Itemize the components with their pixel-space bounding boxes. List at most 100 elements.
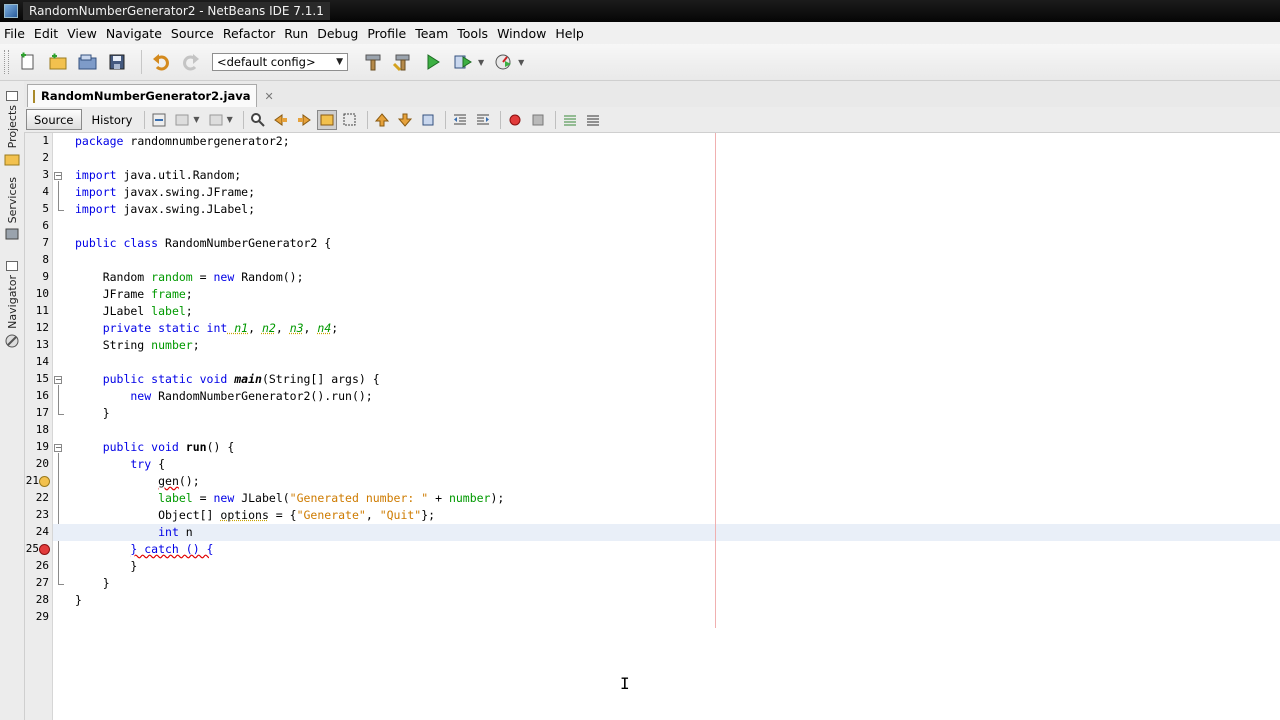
config-select[interactable]: <default config> ▼ [212,53,348,71]
line-number: 22 [35,491,49,504]
code-text: String [75,338,152,352]
current-line-highlight [53,524,1280,541]
menu-tools[interactable]: Tools [453,26,492,41]
code-field: random [151,270,193,284]
menu-profile[interactable]: Profile [363,26,410,41]
code-text: , [303,321,318,335]
run-button[interactable] [420,49,446,75]
menu-view[interactable]: View [63,26,101,41]
profile-dropdown-icon[interactable]: ▼ [518,58,524,67]
open-project-button[interactable] [75,49,101,75]
line-number: 16 [35,389,49,402]
stop-macro-button[interactable] [528,110,548,130]
source-view-button[interactable]: Source [26,109,82,130]
code-line: JLabel label; [75,303,193,320]
side-tab-projects[interactable]: Projects [0,87,24,166]
code-method: main [227,372,262,386]
redo-button[interactable] [178,49,204,75]
new-project-button[interactable] [45,49,71,75]
line-number: 5 [42,202,49,215]
shift-left-icon [453,114,466,124]
code-text: ; [331,321,339,335]
file-tab[interactable]: RandomNumberGenerator2.java ✕ [27,84,274,107]
start-macro-button[interactable] [505,110,525,130]
rect-selection-icon [343,113,356,125]
last-edit-button[interactable] [149,110,169,130]
back-dropdown-icon[interactable]: ▼ [193,115,199,124]
editor-tab-strip: RandomNumberGenerator2.java ✕ [24,81,1280,108]
menu-refactor[interactable]: Refactor [219,26,279,41]
toggle-highlight-button[interactable] [316,109,337,130]
find-previous-button[interactable] [271,110,291,130]
menu-source[interactable]: Source [167,26,218,41]
debug-dropdown-icon[interactable]: ▼ [478,58,484,67]
code-field: number [448,491,491,505]
side-tab-navigator[interactable]: Navigator [0,257,24,349]
code-line: try { [75,456,165,473]
previous-bookmark-button[interactable] [372,110,392,130]
play-icon [427,54,440,70]
code-keyword: import [75,202,117,216]
build-button[interactable] [360,49,386,75]
forward-button[interactable] [206,110,226,130]
menu-team[interactable]: Team [411,26,452,41]
find-next-icon [297,113,311,126]
next-bookmark-button[interactable] [395,110,415,130]
code-text: () { [206,440,235,454]
line-number: 23 [35,508,49,521]
line-number-gutter[interactable]: 1 2 3 4 5 6 7 8 9 10 11 12 13 14 15 16 1… [25,133,64,720]
side-tab-navigator-label: Navigator [5,275,19,329]
code-text: n [178,525,193,539]
toolbar-separator [242,110,244,129]
code-field: n2 [261,321,276,335]
menu-run[interactable]: Run [280,26,312,41]
menu-debug[interactable]: Debug [313,26,362,41]
code-line: JFrame frame; [75,286,193,303]
code-keyword: new [75,389,152,403]
toggle-rect-selection-button[interactable] [340,110,360,130]
code-line: private static int n1, n2, n3, n4; [75,320,339,337]
line-number: 21 [25,474,39,487]
code-field: n1 [227,321,249,335]
back-button[interactable] [172,110,192,130]
menu-navigate[interactable]: Navigate [102,26,166,41]
code-text: (); [178,474,200,488]
comment-icon [563,115,576,125]
find-next-button[interactable] [294,110,314,130]
shift-right-button[interactable] [473,110,493,130]
undo-button[interactable] [148,49,174,75]
debug-button[interactable] [450,49,476,75]
warning-hint-icon[interactable] [39,476,50,487]
error-icon[interactable] [39,544,50,555]
code-text: = { [268,508,297,522]
toolbar-grip[interactable] [4,50,9,74]
menu-file[interactable]: File [0,26,29,41]
menu-window[interactable]: Window [493,26,550,41]
close-icon[interactable]: ✕ [264,90,273,103]
uncomment-button[interactable] [583,110,603,130]
new-file-button[interactable] [15,49,41,75]
toolbar-separator [366,110,368,129]
find-selection-button[interactable] [248,110,268,130]
forward-dropdown-icon[interactable]: ▼ [227,115,233,124]
clean-build-button[interactable] [390,49,416,75]
profile-button[interactable] [490,49,516,75]
side-tab-services[interactable]: Services [0,177,24,241]
line-number: 26 [35,559,49,572]
comment-button[interactable] [560,110,580,130]
history-view-button[interactable]: History [84,109,141,130]
save-all-button[interactable] [105,49,131,75]
code-keyword: try [75,457,152,471]
toggle-bookmark-button[interactable] [418,110,438,130]
menu-help[interactable]: Help [551,26,588,41]
editor-toolbar: Source History ▼ ▼ [24,107,1280,133]
netbeans-app-icon [4,4,18,18]
main-toolbar: <default config> ▼ ▼ ▼ [0,44,1280,81]
code-editor[interactable]: package randomnumbergenerator2; import j… [53,133,1280,720]
code-field: number [151,338,193,352]
new-project-icon [49,53,67,70]
shift-left-button[interactable] [450,110,470,130]
menu-edit[interactable]: Edit [30,26,62,41]
